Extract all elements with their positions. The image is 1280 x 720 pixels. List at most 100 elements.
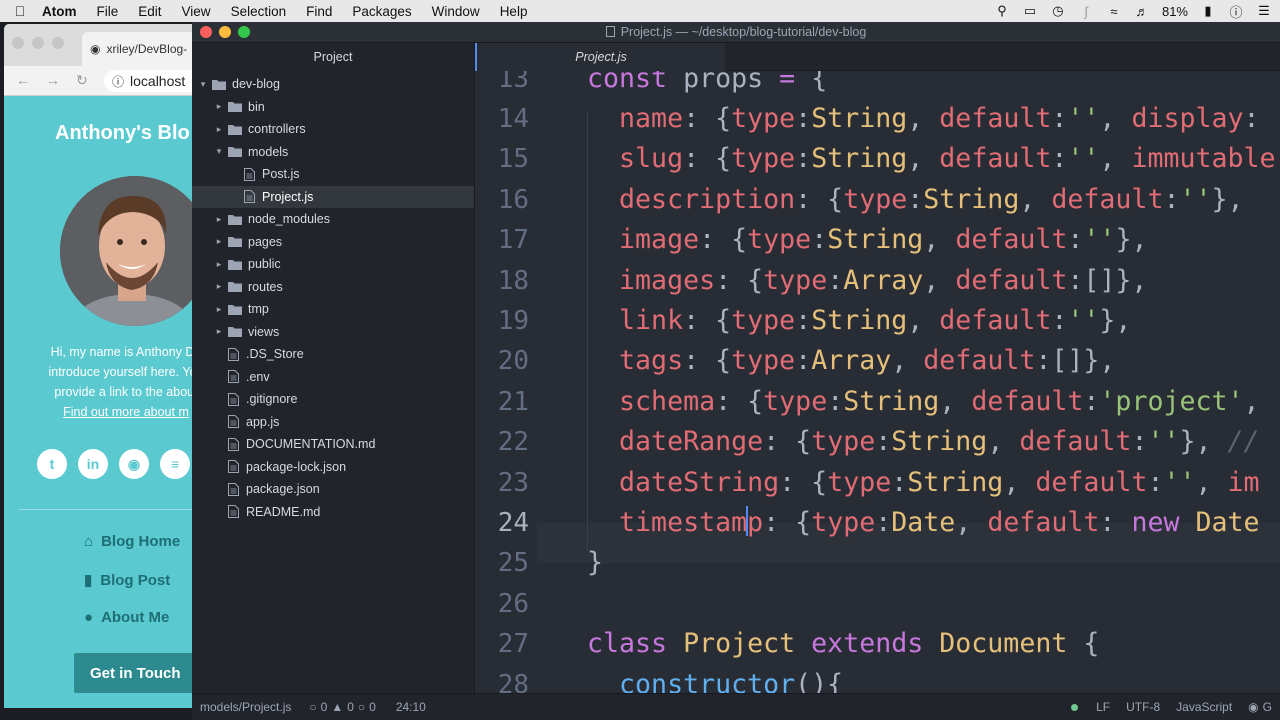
- code-line[interactable]: link: {type:String, default:''},: [587, 301, 1131, 341]
- code-line[interactable]: name: {type:String, default:'', display:: [587, 99, 1260, 139]
- status-cursor-position[interactable]: 24:10: [384, 700, 434, 714]
- code-line[interactable]: dateRange: {type:String, default:''}, //: [587, 422, 1260, 462]
- code-token: },: [1115, 224, 1148, 256]
- tree-item-label: controllers: [248, 122, 306, 136]
- code-token: },: [1179, 426, 1228, 458]
- close-dot[interactable]: [12, 37, 24, 49]
- tab-project-js[interactable]: Project.js: [475, 43, 725, 71]
- reload-icon[interactable]: ↻: [76, 72, 88, 89]
- minimize-dot[interactable]: [32, 37, 44, 49]
- status-encoding[interactable]: UTF-8: [1118, 700, 1168, 714]
- stackoverflow-icon[interactable]: ≡: [160, 449, 190, 479]
- user-icon[interactable]: ⓘ: [1228, 2, 1244, 21]
- apple-icon[interactable]: : [0, 3, 40, 19]
- tree-file[interactable]: .DS_Store: [192, 343, 474, 365]
- status-github[interactable]: ◉ G: [1240, 700, 1280, 714]
- code-line[interactable]: constructor(){: [587, 665, 843, 694]
- forward-icon[interactable]: →: [46, 72, 60, 88]
- tree-folder[interactable]: ▾ dev-blog: [192, 73, 474, 95]
- tree-folder[interactable]: ▸ public: [192, 253, 474, 275]
- code-editor[interactable]: 13 14 15 16 17 18 19 20 21 22 23 24 25 26 27 28 const p…: [475, 71, 1280, 693]
- browser-tabbar: ◉ xriley/DevBlog-: [4, 24, 204, 66]
- about-link[interactable]: Find out more about m: [16, 402, 204, 422]
- tree-file[interactable]: .gitignore: [192, 388, 474, 410]
- tree-folder[interactable]: ▸ views: [192, 321, 474, 343]
- code-line[interactable]: slug: {type:String, default:'', immutabl…: [587, 139, 1276, 179]
- code-line[interactable]: const props = {: [587, 71, 827, 99]
- time-machine-icon[interactable]: ◷: [1050, 3, 1066, 19]
- code-line[interactable]: timestamp: {type:Date, default: new Date: [587, 503, 1260, 543]
- tab-project[interactable]: Project: [192, 43, 475, 71]
- tree-file[interactable]: app.js: [192, 411, 474, 433]
- address-bar[interactable]: ⓘ localhost: [104, 70, 204, 92]
- menu-file[interactable]: File: [87, 4, 129, 19]
- tree-file[interactable]: Post.js: [192, 163, 474, 185]
- wifi-icon[interactable]: ≈: [1106, 4, 1122, 19]
- line-number: 24: [497, 507, 529, 538]
- tree-file[interactable]: .env: [192, 366, 474, 388]
- get-in-touch-button[interactable]: Get in Touch: [74, 653, 204, 693]
- menu-app-name[interactable]: Atom: [40, 4, 87, 19]
- tree-folder[interactable]: ▸ node_modules: [192, 208, 474, 230]
- code-line[interactable]: description: {type:String, default:''},: [587, 180, 1260, 220]
- menu-packages[interactable]: Packages: [342, 4, 421, 19]
- code-token: ,: [1195, 466, 1228, 498]
- status-line-ending[interactable]: LF: [1086, 700, 1118, 714]
- zoom-dot[interactable]: [52, 37, 64, 49]
- code-token: default: [971, 385, 1084, 417]
- code-line[interactable]: dateString: {type:String, default:'', im: [587, 463, 1260, 503]
- linkedin-icon[interactable]: in: [78, 449, 108, 479]
- github-icon[interactable]: ◉: [119, 449, 149, 479]
- code-line[interactable]: schema: {type:String, default:'project',: [587, 382, 1260, 422]
- nav-blog-post[interactable]: ▮ Blog Post: [84, 571, 170, 590]
- menu-selection[interactable]: Selection: [221, 4, 297, 19]
- code-line[interactable]: tags: {type:Array, default:[]},: [587, 341, 1115, 381]
- browser-tab[interactable]: ◉ xriley/DevBlog-: [82, 32, 204, 66]
- tree-item-label: public: [248, 257, 281, 271]
- search-icon[interactable]: ⚲: [994, 3, 1010, 19]
- tree-file[interactable]: DOCUMENTATION.md: [192, 433, 474, 455]
- tree-file[interactable]: package-lock.json: [192, 456, 474, 478]
- tree-folder[interactable]: ▾ models: [192, 141, 474, 163]
- code-token: :[]},: [1035, 345, 1116, 377]
- menu-find[interactable]: Find: [296, 4, 342, 19]
- nav-blog-home[interactable]: ⌂ Blog Home: [84, 533, 180, 550]
- code-line[interactable]: images: {type:Array, default:[]},: [587, 261, 1147, 301]
- tree-file[interactable]: Project.js: [192, 185, 474, 208]
- battery-icon[interactable]: ▮: [1200, 3, 1216, 19]
- twitter-icon[interactable]: t: [37, 449, 67, 479]
- bluetooth-icon[interactable]: ∫: [1078, 4, 1094, 19]
- code-token: dateRange: [619, 426, 764, 458]
- status-grammar[interactable]: JavaScript: [1168, 700, 1240, 714]
- tree-file[interactable]: README.md: [192, 501, 474, 523]
- code-line[interactable]: image: {type:String, default:''},: [587, 220, 1147, 260]
- code-token: : {: [683, 143, 732, 175]
- tree-folder[interactable]: ▸ controllers: [192, 118, 474, 140]
- menu-window[interactable]: Window: [422, 4, 490, 19]
- menu-help[interactable]: Help: [490, 4, 538, 19]
- tree-folder[interactable]: ▸ bin: [192, 96, 474, 118]
- menu-edit[interactable]: Edit: [128, 4, 171, 19]
- status-file-path[interactable]: models/Project.js: [192, 700, 299, 714]
- code-token: :: [827, 264, 844, 296]
- line-number: 17: [497, 225, 529, 256]
- code-token: immutable: [1131, 143, 1276, 175]
- menu-view[interactable]: View: [172, 4, 221, 19]
- tree-folder[interactable]: ▸ routes: [192, 276, 474, 298]
- tree-item-label: .gitignore: [246, 392, 298, 406]
- code-line[interactable]: class Project extends Document {: [587, 624, 1099, 664]
- tree-folder[interactable]: ▸ pages: [192, 231, 474, 253]
- airplay-icon[interactable]: ▭: [1022, 3, 1038, 19]
- code-token: },: [1099, 304, 1132, 336]
- tree-folder[interactable]: ▸ tmp: [192, 298, 474, 320]
- code-line[interactable]: }: [587, 543, 603, 583]
- blog-title[interactable]: Anthony's Blo: [55, 122, 190, 145]
- atom-window: Project.js — ~/desktop/blog-tutorial/dev…: [192, 22, 1280, 720]
- folder-icon: [228, 214, 242, 225]
- tree-file[interactable]: package.json: [192, 478, 474, 500]
- notification-center-icon[interactable]: ☰: [1256, 3, 1272, 19]
- nav-about-me[interactable]: ● About Me: [84, 609, 169, 626]
- back-icon[interactable]: ←: [16, 72, 30, 88]
- volume-icon[interactable]: ♬: [1134, 4, 1150, 19]
- status-diagnostics[interactable]: ○ 0 ▲ 0 ○ 0: [299, 700, 383, 714]
